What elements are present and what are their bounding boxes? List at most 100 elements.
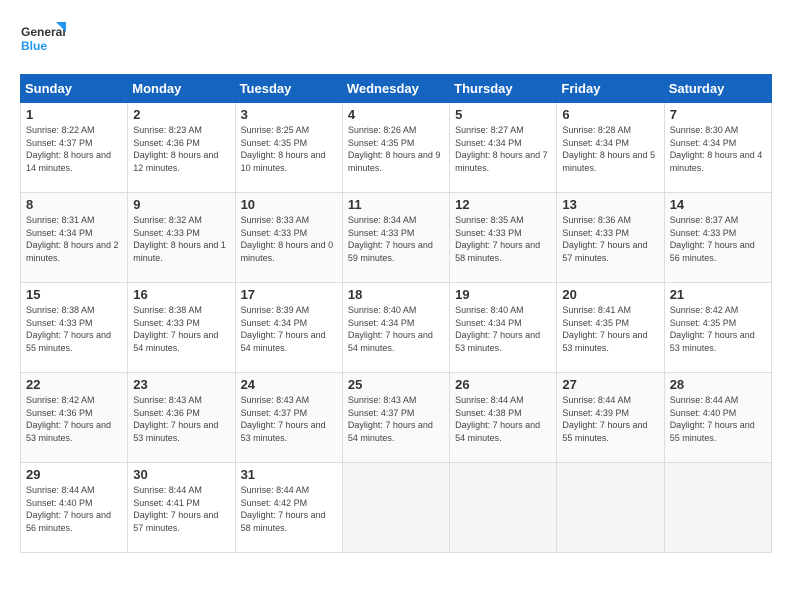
calendar-week-row: 22 Sunrise: 8:42 AMSunset: 4:36 PMDayligh… [21, 373, 772, 463]
calendar-day-cell: 15 Sunrise: 8:38 AMSunset: 4:33 PMDayligh… [21, 283, 128, 373]
day-number: 15 [26, 287, 122, 302]
day-number: 30 [133, 467, 229, 482]
calendar-table: SundayMondayTuesdayWednesdayThursdayFrid… [20, 74, 772, 553]
calendar-day-cell [450, 463, 557, 553]
calendar-day-cell: 24 Sunrise: 8:43 AMSunset: 4:37 PMDayligh… [235, 373, 342, 463]
day-number: 14 [670, 197, 766, 212]
calendar-day-cell: 13 Sunrise: 8:36 AMSunset: 4:33 PMDayligh… [557, 193, 664, 283]
day-number: 23 [133, 377, 229, 392]
calendar-day-cell: 22 Sunrise: 8:42 AMSunset: 4:36 PMDayligh… [21, 373, 128, 463]
day-number: 11 [348, 197, 444, 212]
day-info: Sunrise: 8:25 AMSunset: 4:35 PMDaylight:… [241, 124, 337, 174]
day-info: Sunrise: 8:40 AMSunset: 4:34 PMDaylight:… [455, 304, 551, 354]
calendar-day-cell: 4 Sunrise: 8:26 AMSunset: 4:35 PMDaylight… [342, 103, 449, 193]
day-number: 26 [455, 377, 551, 392]
day-info: Sunrise: 8:44 AMSunset: 4:42 PMDaylight:… [241, 484, 337, 534]
day-info: Sunrise: 8:41 AMSunset: 4:35 PMDaylight:… [562, 304, 658, 354]
day-info: Sunrise: 8:38 AMSunset: 4:33 PMDaylight:… [26, 304, 122, 354]
calendar-day-cell: 7 Sunrise: 8:30 AMSunset: 4:34 PMDaylight… [664, 103, 771, 193]
day-number: 28 [670, 377, 766, 392]
day-info: Sunrise: 8:33 AMSunset: 4:33 PMDaylight:… [241, 214, 337, 264]
calendar-header-row: SundayMondayTuesdayWednesdayThursdayFrid… [21, 75, 772, 103]
day-number: 8 [26, 197, 122, 212]
calendar-week-row: 1 Sunrise: 8:22 AMSunset: 4:37 PMDaylight… [21, 103, 772, 193]
svg-text:Blue: Blue [21, 39, 47, 53]
weekday-header: Tuesday [235, 75, 342, 103]
calendar-day-cell: 19Sunrise: 8:40 AMSunset: 4:34 PMDayligh… [450, 283, 557, 373]
calendar-day-cell: 29 Sunrise: 8:44 AMSunset: 4:40 PMDayligh… [21, 463, 128, 553]
weekday-header: Wednesday [342, 75, 449, 103]
calendar-day-cell: 26 Sunrise: 8:44 AMSunset: 4:38 PMDayligh… [450, 373, 557, 463]
day-number: 18 [348, 287, 444, 302]
day-info: Sunrise: 8:39 AMSunset: 4:34 PMDaylight:… [241, 304, 337, 354]
day-info: Sunrise: 8:43 AMSunset: 4:37 PMDaylight:… [241, 394, 337, 444]
weekday-header: Friday [557, 75, 664, 103]
day-info: Sunrise: 8:43 AMSunset: 4:37 PMDaylight:… [348, 394, 444, 444]
day-number: 25 [348, 377, 444, 392]
calendar-day-cell [557, 463, 664, 553]
calendar-day-cell [664, 463, 771, 553]
day-info: Sunrise: 8:37 AMSunset: 4:33 PMDaylight:… [670, 214, 766, 264]
day-number: 6 [562, 107, 658, 122]
day-info: Sunrise: 8:26 AMSunset: 4:35 PMDaylight:… [348, 124, 444, 174]
day-info: Sunrise: 8:32 AMSunset: 4:33 PMDaylight:… [133, 214, 229, 264]
day-info: Sunrise: 8:23 AMSunset: 4:36 PMDaylight:… [133, 124, 229, 174]
svg-text:General: General [21, 25, 66, 39]
day-number: 9 [133, 197, 229, 212]
day-info: Sunrise: 8:30 AMSunset: 4:34 PMDaylight:… [670, 124, 766, 174]
calendar-day-cell: 3 Sunrise: 8:25 AMSunset: 4:35 PMDaylight… [235, 103, 342, 193]
calendar-day-cell: 9 Sunrise: 8:32 AMSunset: 4:33 PMDaylight… [128, 193, 235, 283]
page-header: General Blue [20, 20, 772, 64]
calendar-day-cell: 11Sunrise: 8:34 AMSunset: 4:33 PMDayligh… [342, 193, 449, 283]
calendar-day-cell: 8 Sunrise: 8:31 AMSunset: 4:34 PMDaylight… [21, 193, 128, 283]
day-info: Sunrise: 8:42 AMSunset: 4:36 PMDaylight:… [26, 394, 122, 444]
day-info: Sunrise: 8:44 AMSunset: 4:40 PMDaylight:… [26, 484, 122, 534]
calendar-day-cell: 31 Sunrise: 8:44 AMSunset: 4:42 PMDayligh… [235, 463, 342, 553]
day-info: Sunrise: 8:44 AMSunset: 4:39 PMDaylight:… [562, 394, 658, 444]
day-number: 1 [26, 107, 122, 122]
weekday-header: Thursday [450, 75, 557, 103]
day-info: Sunrise: 8:43 AMSunset: 4:36 PMDaylight:… [133, 394, 229, 444]
calendar-day-cell: 12Sunrise: 8:35 AMSunset: 4:33 PMDayligh… [450, 193, 557, 283]
day-info: Sunrise: 8:36 AMSunset: 4:33 PMDaylight:… [562, 214, 658, 264]
day-info: Sunrise: 8:44 AMSunset: 4:38 PMDaylight:… [455, 394, 551, 444]
day-number: 3 [241, 107, 337, 122]
calendar-week-row: 8 Sunrise: 8:31 AMSunset: 4:34 PMDaylight… [21, 193, 772, 283]
calendar-day-cell: 28Sunrise: 8:44 AMSunset: 4:40 PMDayligh… [664, 373, 771, 463]
calendar-day-cell: 23 Sunrise: 8:43 AMSunset: 4:36 PMDayligh… [128, 373, 235, 463]
weekday-header: Sunday [21, 75, 128, 103]
calendar-day-cell: 14 Sunrise: 8:37 AMSunset: 4:33 PMDayligh… [664, 193, 771, 283]
day-number: 29 [26, 467, 122, 482]
day-number: 13 [562, 197, 658, 212]
calendar-day-cell: 5Sunrise: 8:27 AMSunset: 4:34 PMDaylight… [450, 103, 557, 193]
day-number: 31 [241, 467, 337, 482]
calendar-week-row: 29 Sunrise: 8:44 AMSunset: 4:40 PMDayligh… [21, 463, 772, 553]
day-info: Sunrise: 8:28 AMSunset: 4:34 PMDaylight:… [562, 124, 658, 174]
day-info: Sunrise: 8:42 AMSunset: 4:35 PMDaylight:… [670, 304, 766, 354]
calendar-day-cell: 16Sunrise: 8:38 AMSunset: 4:33 PMDayligh… [128, 283, 235, 373]
day-number: 17 [241, 287, 337, 302]
weekday-header: Saturday [664, 75, 771, 103]
day-number: 27 [562, 377, 658, 392]
calendar-day-cell: 18Sunrise: 8:40 AMSunset: 4:34 PMDayligh… [342, 283, 449, 373]
calendar-day-cell: 25 Sunrise: 8:43 AMSunset: 4:37 PMDayligh… [342, 373, 449, 463]
calendar-day-cell: 17 Sunrise: 8:39 AMSunset: 4:34 PMDayligh… [235, 283, 342, 373]
logo: General Blue [20, 20, 70, 64]
day-info: Sunrise: 8:31 AMSunset: 4:34 PMDaylight:… [26, 214, 122, 264]
day-info: Sunrise: 8:22 AMSunset: 4:37 PMDaylight:… [26, 124, 122, 174]
calendar-day-cell: 20Sunrise: 8:41 AMSunset: 4:35 PMDayligh… [557, 283, 664, 373]
day-number: 21 [670, 287, 766, 302]
day-number: 7 [670, 107, 766, 122]
day-number: 2 [133, 107, 229, 122]
day-number: 22 [26, 377, 122, 392]
day-info: Sunrise: 8:35 AMSunset: 4:33 PMDaylight:… [455, 214, 551, 264]
day-number: 24 [241, 377, 337, 392]
calendar-day-cell: 2 Sunrise: 8:23 AMSunset: 4:36 PMDaylight… [128, 103, 235, 193]
day-info: Sunrise: 8:27 AMSunset: 4:34 PMDaylight:… [455, 124, 551, 174]
day-number: 4 [348, 107, 444, 122]
calendar-day-cell: 1 Sunrise: 8:22 AMSunset: 4:37 PMDaylight… [21, 103, 128, 193]
calendar-day-cell: 21 Sunrise: 8:42 AMSunset: 4:35 PMDayligh… [664, 283, 771, 373]
calendar-day-cell: 30Sunrise: 8:44 AMSunset: 4:41 PMDayligh… [128, 463, 235, 553]
weekday-header: Monday [128, 75, 235, 103]
day-number: 16 [133, 287, 229, 302]
